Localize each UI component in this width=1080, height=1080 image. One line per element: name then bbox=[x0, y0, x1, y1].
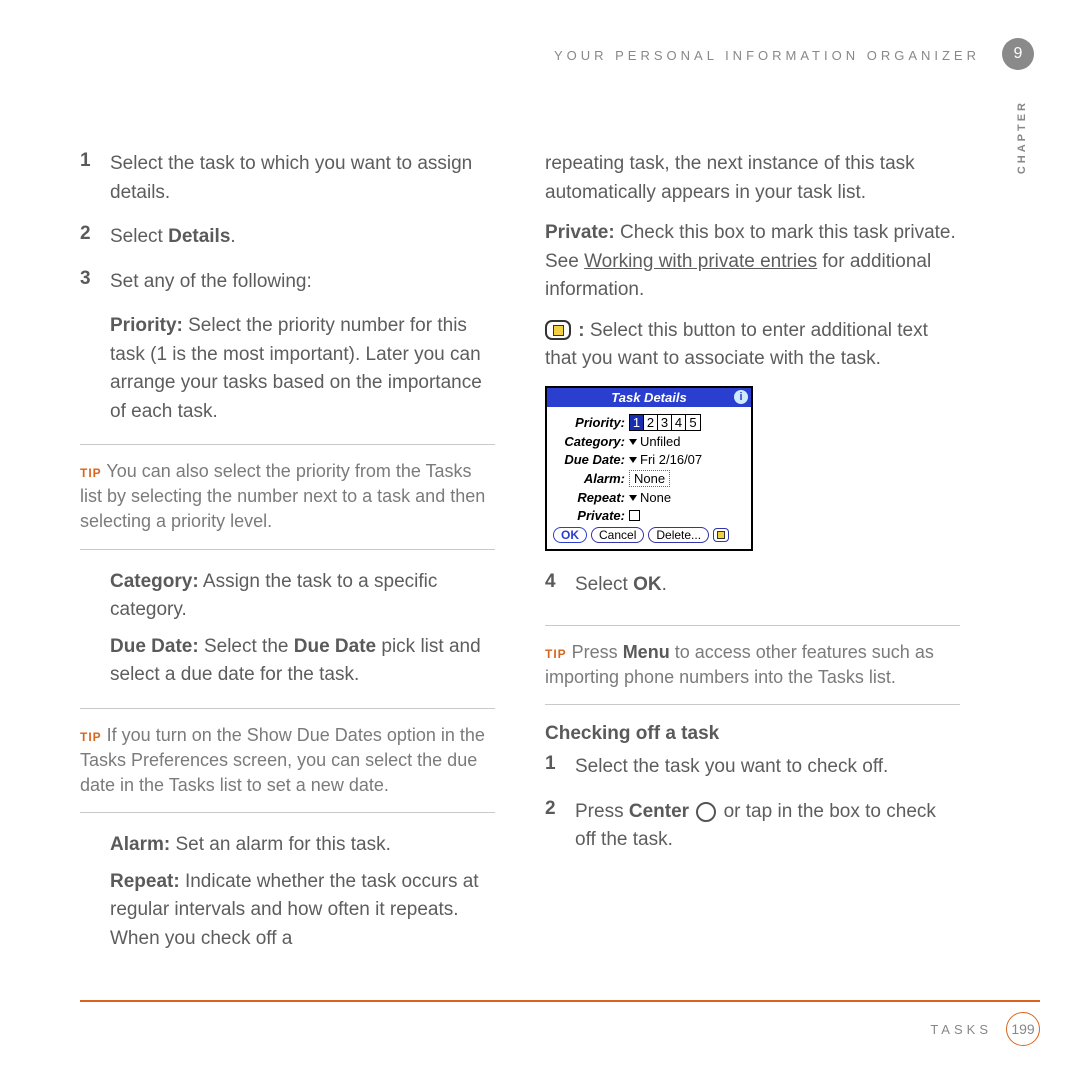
link-private-entries[interactable]: Working with private entries bbox=[584, 251, 817, 272]
page-footer: TASKS 199 bbox=[80, 1000, 1040, 1046]
cancel-button[interactable]: Cancel bbox=[591, 527, 644, 543]
task-details-dialog: Task Details i Priority: 12345 Category:… bbox=[545, 386, 753, 551]
private-paragraph: Private: Check this box to mark this tas… bbox=[545, 219, 960, 305]
tip-box-priority: TIP You can also select the priority fro… bbox=[80, 444, 495, 550]
center-button-icon bbox=[696, 802, 716, 822]
tip-label: TIP bbox=[80, 466, 102, 480]
repeat-continuation: repeating task, the next instance of thi… bbox=[545, 150, 960, 207]
dialog-title: Task Details i bbox=[547, 388, 751, 407]
step-text: Select the task to which you want to ass… bbox=[110, 150, 495, 207]
row-private[interactable]: Private: bbox=[553, 508, 745, 523]
step-text: Set any of the following: bbox=[110, 268, 312, 297]
step-2: 2 Select Details. bbox=[80, 223, 495, 260]
footer-section: TASKS bbox=[930, 1022, 992, 1037]
priority-selector[interactable]: 12345 bbox=[629, 414, 701, 431]
delete-button[interactable]: Delete... bbox=[648, 527, 709, 543]
note-paragraph: : Select this button to enter additional… bbox=[545, 317, 960, 374]
private-checkbox[interactable] bbox=[629, 510, 640, 521]
step-number: 1 bbox=[545, 753, 559, 790]
note-button[interactable] bbox=[713, 528, 729, 542]
row-alarm[interactable]: Alarm: None bbox=[553, 470, 745, 487]
column-left: 1 Select the task to which you want to a… bbox=[80, 150, 495, 961]
repeat-paragraph: Repeat: Indicate whether the task occurs… bbox=[110, 868, 495, 954]
duedate-paragraph: Due Date: Select the Due Date pick list … bbox=[110, 633, 495, 690]
step-4: 4 Select OK. bbox=[545, 571, 960, 608]
chapter-badge: 9 bbox=[1002, 38, 1034, 70]
column-right: repeating task, the next instance of thi… bbox=[545, 150, 960, 961]
tip-label: TIP bbox=[80, 730, 102, 744]
step-number: 3 bbox=[80, 268, 94, 305]
chevron-down-icon bbox=[629, 439, 637, 445]
step-text: Select Details. bbox=[110, 223, 236, 252]
step-number: 4 bbox=[545, 571, 559, 608]
tip-box-menu: TIP Press Menu to access other features … bbox=[545, 625, 960, 705]
chevron-down-icon bbox=[629, 495, 637, 501]
row-repeat[interactable]: Repeat: None bbox=[553, 490, 745, 505]
alarm-paragraph: Alarm: Set an alarm for this task. bbox=[110, 831, 495, 860]
chevron-down-icon bbox=[629, 457, 637, 463]
category-paragraph: Category: Assign the task to a specific … bbox=[110, 568, 495, 625]
step-text: Press Center or tap in the box to check … bbox=[575, 798, 960, 855]
step-text: Select OK. bbox=[575, 571, 667, 600]
info-icon[interactable]: i bbox=[734, 390, 748, 404]
step-number: 2 bbox=[545, 798, 559, 863]
tip-box-duedate: TIP If you turn on the Show Due Dates op… bbox=[80, 708, 495, 814]
subheading-checking-off: Checking off a task bbox=[545, 723, 960, 745]
check-step-2: 2 Press Center or tap in the box to chec… bbox=[545, 798, 960, 863]
ok-button[interactable]: OK bbox=[553, 527, 587, 543]
page-header: YOUR PERSONAL INFORMATION ORGANIZER bbox=[554, 48, 980, 63]
step-number: 1 bbox=[80, 150, 94, 215]
step-1: 1 Select the task to which you want to a… bbox=[80, 150, 495, 215]
row-priority: Priority: 12345 bbox=[553, 414, 745, 431]
tip-label: TIP bbox=[545, 647, 567, 661]
chapter-label: CHAPTER bbox=[1016, 100, 1028, 174]
step-number: 2 bbox=[80, 223, 94, 260]
priority-paragraph: Priority: Select the priority number for… bbox=[110, 312, 495, 426]
note-icon bbox=[545, 320, 571, 340]
step-3: 3 Set any of the following: bbox=[80, 268, 495, 305]
row-category[interactable]: Category: Unfiled bbox=[553, 434, 745, 449]
check-step-1: 1 Select the task you want to check off. bbox=[545, 753, 960, 790]
row-duedate[interactable]: Due Date: Fri 2/16/07 bbox=[553, 452, 745, 467]
step-text: Select the task you want to check off. bbox=[575, 753, 888, 782]
page-number: 199 bbox=[1006, 1012, 1040, 1046]
